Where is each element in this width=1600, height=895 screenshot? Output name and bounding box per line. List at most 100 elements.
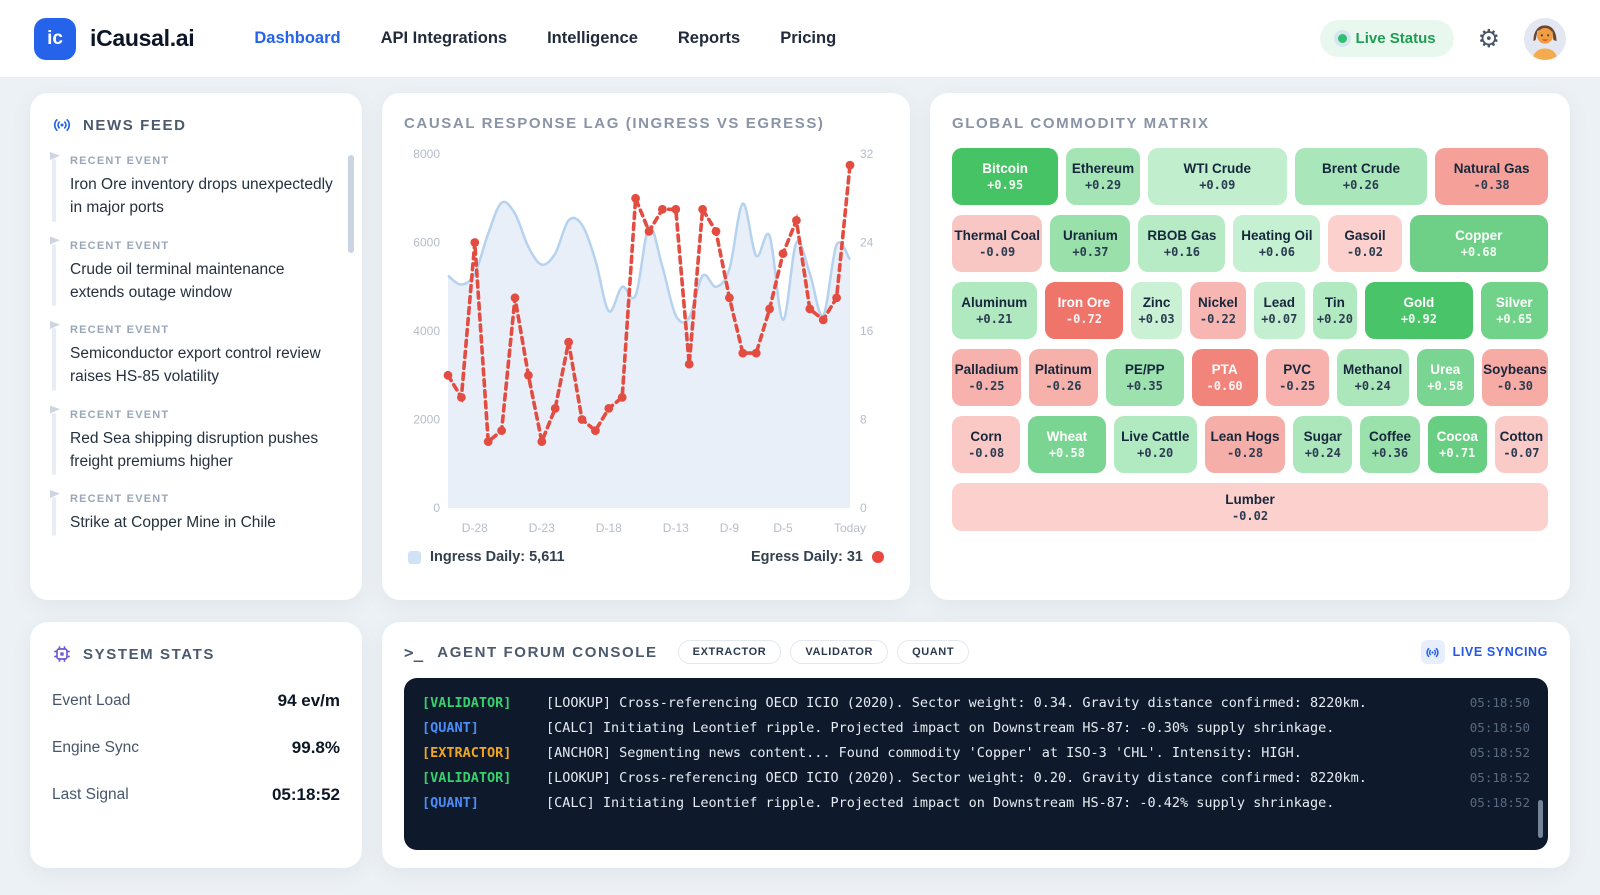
nav-item-api-integrations[interactable]: API Integrations: [381, 29, 508, 48]
commodity-tile-ethereum[interactable]: Ethereum +0.29: [1066, 148, 1140, 205]
egress-legend-label: Egress Daily: 31: [750, 549, 863, 565]
legend-ingress: Ingress Daily: 5,611: [408, 549, 565, 565]
commodity-score: +0.29: [1084, 178, 1122, 192]
commodity-name: Copper: [1455, 228, 1503, 243]
commodity-tile-copper[interactable]: Copper +0.68: [1409, 215, 1549, 272]
left-axis-tick: 2000: [413, 413, 440, 427]
nav-item-dashboard[interactable]: Dashboard: [254, 29, 340, 48]
commodity-name: RBOB Gas: [1147, 228, 1217, 243]
commodity-matrix-card: GLOBAL COMMODITY MATRIX Bitcoin +0.95 Ethe…: [930, 93, 1570, 600]
egress-point: [510, 293, 520, 303]
commodity-tile-natural-gas[interactable]: Natural Gas -0.38: [1435, 148, 1548, 205]
commodity-tile-wti-crude[interactable]: WTI Crude +0.09: [1147, 148, 1287, 205]
commodity-score: +0.71: [1439, 446, 1476, 460]
console-timestamp: 05:18:50: [1469, 694, 1530, 710]
commodity-tile-zinc[interactable]: Zinc +0.03: [1131, 282, 1182, 339]
commodity-name: Nickel: [1198, 295, 1238, 310]
commodity-tile-gasoil[interactable]: Gasoil -0.02: [1328, 215, 1402, 272]
egress-point: [470, 238, 480, 247]
commodity-tile-lean-hogs[interactable]: Lean Hogs -0.28: [1204, 416, 1286, 473]
news-feed-card: NEWS FEED RECENT EVENT Iron Ore inventory…: [30, 93, 362, 600]
commodity-name: Gold: [1403, 295, 1435, 310]
nav-item-intelligence[interactable]: Intelligence: [547, 29, 638, 48]
news-item[interactable]: RECENT EVENT Crude oil terminal maintenan…: [50, 236, 340, 306]
commodity-tile-bitcoin[interactable]: Bitcoin +0.95: [952, 148, 1059, 205]
agent-pill-validator[interactable]: VALIDATOR: [790, 640, 889, 664]
commodity-tile-sugar[interactable]: Sugar +0.24: [1293, 416, 1353, 473]
agent-pill-quant[interactable]: QUANT: [897, 640, 970, 664]
commodity-tile-aluminum[interactable]: Aluminum +0.21: [952, 282, 1037, 339]
news-item[interactable]: RECENT EVENT Strike at Copper Mine in Chi…: [50, 490, 340, 537]
commodity-name: Corn: [970, 429, 1002, 444]
commodity-tile-lead[interactable]: Lead +0.07: [1254, 282, 1305, 339]
egress-point: [577, 415, 587, 424]
commodity-tile-iron-ore[interactable]: Iron Ore -0.72: [1044, 282, 1124, 339]
commodity-tile-urea[interactable]: Urea +0.58: [1416, 349, 1474, 406]
commodity-tile-pvc[interactable]: PVC -0.25: [1265, 349, 1329, 406]
egress-point: [483, 437, 493, 446]
commodity-tile-cocoa[interactable]: Cocoa +0.71: [1427, 416, 1487, 473]
console-agent-tag: [QUANT]: [422, 719, 479, 736]
chart-title: CAUSAL RESPONSE LAG (INGRESS VS EGRESS): [404, 115, 825, 132]
news-scrollbar-thumb[interactable]: [348, 155, 354, 253]
console-terminal: [VALIDATOR] [LOOKUP] Cross-referencing OE…: [404, 678, 1548, 850]
commodity-score: +0.16: [1163, 245, 1200, 259]
live-syncing-icon-box: [1420, 640, 1445, 664]
commodity-tile-tin[interactable]: Tin +0.20: [1312, 282, 1358, 339]
agent-filter-pills: EXTRACTOR VALIDATOR QUANT: [677, 640, 970, 664]
egress-point: [564, 337, 573, 347]
live-syncing-button[interactable]: LIVE SYNCING: [1420, 640, 1548, 664]
egress-point: [631, 193, 640, 203]
commodity-name: PE/PP: [1124, 362, 1165, 377]
commodity-name: Soybeans: [1483, 362, 1547, 377]
commodity-tile-coffee[interactable]: Coffee +0.36: [1360, 416, 1420, 473]
nav-item-pricing[interactable]: Pricing: [780, 29, 836, 48]
commodity-tile-palladium[interactable]: Palladium -0.25: [952, 349, 1021, 406]
console-message: [LOOKUP] Cross-referencing OECD ICIO (20…: [546, 769, 1367, 786]
commodity-tile-nickel[interactable]: Nickel -0.22: [1189, 282, 1246, 339]
commodity-tile-gold[interactable]: Gold +0.92: [1365, 282, 1473, 339]
commodity-tile-soybeans[interactable]: Soybeans -0.30: [1481, 349, 1548, 406]
right-axis-tick: 24: [860, 236, 874, 250]
bookmark-icon: [50, 405, 60, 414]
commodity-tile-wheat[interactable]: Wheat +0.58: [1028, 416, 1106, 473]
commodity-tile-methanol[interactable]: Methanol +0.24: [1336, 349, 1409, 406]
commodity-tile-cotton[interactable]: Cotton -0.07: [1494, 416, 1548, 473]
live-syncing-label: LIVE SYNCING: [1452, 645, 1548, 659]
stat-row-engine-sync: Engine Sync 99.8%: [52, 738, 340, 758]
commodity-name: Gasoil: [1344, 228, 1386, 243]
news-item[interactable]: RECENT EVENT Red Sea shipping disruption …: [50, 405, 340, 475]
commodity-tile-heating-oil[interactable]: Heating Oil +0.06: [1233, 215, 1321, 272]
commodity-tile-live-cattle[interactable]: Live Cattle +0.20: [1113, 416, 1197, 473]
news-item-label: RECENT EVENT: [70, 493, 170, 505]
news-item[interactable]: RECENT EVENT Semiconductor export control…: [50, 321, 340, 390]
console-timestamp: 05:18:52: [1469, 769, 1530, 785]
stat-label: Last Signal: [52, 786, 129, 803]
causal-lag-chart: 0 2000 4000 6000 8000 0 8 16 24 32 D-28 D-23 D-18 D-1…: [413, 147, 874, 535]
terminal-scrollbar-thumb[interactable]: [1538, 800, 1543, 838]
commodity-tile-corn[interactable]: Corn -0.08: [952, 416, 1021, 473]
commodity-score: +0.36: [1371, 446, 1409, 460]
commodity-tile-brent-crude[interactable]: Brent Crude +0.26: [1294, 148, 1428, 205]
agent-pill-extractor[interactable]: EXTRACTOR: [677, 640, 782, 664]
system-stats-card: SYSTEM STATS Event Load 94 ev/m Engine Syn…: [30, 622, 362, 868]
gear-icon[interactable]: ⚙: [1478, 26, 1500, 51]
news-item[interactable]: RECENT EVENT Iron Ore inventory drops une…: [50, 152, 340, 221]
commodity-tile-pe-pp[interactable]: PE/PP +0.35: [1105, 349, 1184, 406]
avatar[interactable]: [1524, 17, 1566, 60]
matrix-grid: Bitcoin +0.95 Ethereum +0.29 WTI Crude +0.09 B…: [952, 148, 1549, 531]
stat-value: 99.8%: [291, 738, 340, 757]
egress-point: [457, 393, 466, 402]
commodity-tile-silver[interactable]: Silver +0.65: [1480, 282, 1548, 339]
commodity-tile-lumber[interactable]: Lumber -0.02: [952, 483, 1548, 531]
commodity-tile-platinum[interactable]: Platinum -0.26: [1028, 349, 1098, 406]
nav-item-reports[interactable]: Reports: [678, 29, 740, 48]
commodity-tile-rbob-gas[interactable]: RBOB Gas +0.16: [1138, 215, 1226, 272]
news-item-text: Crude oil terminal maintenance extends o…: [70, 260, 285, 301]
commodity-score: +0.20: [1137, 446, 1174, 460]
egress-point: [845, 160, 855, 170]
commodity-tile-thermal-coal[interactable]: Thermal Coal -0.09: [952, 215, 1043, 272]
right-axis-tick: 16: [860, 324, 874, 338]
commodity-tile-uranium[interactable]: Uranium +0.37: [1050, 215, 1131, 272]
commodity-tile-pta[interactable]: PTA -0.60: [1191, 349, 1258, 406]
